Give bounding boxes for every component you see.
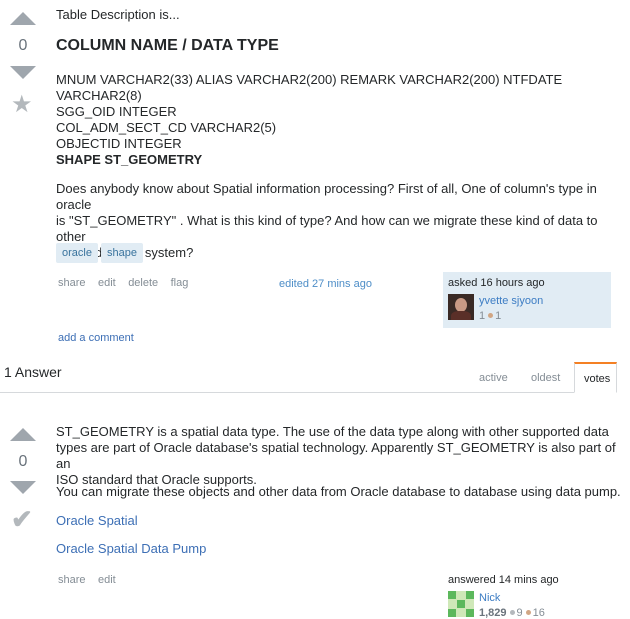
column-line: VARCHAR2(8) [56,88,142,103]
question-upvote-button[interactable] [10,12,36,25]
answerer-reputation: 1,829 9 16 [479,607,545,619]
column-line: OBJECTID INTEGER [56,136,182,151]
asker-bronze-count: 1 [495,310,502,322]
bronze-badge-icon [488,313,494,319]
asker-rep-value: 1 [479,310,486,322]
answer-paragraph-1: ST_GEOMETRY is a spatial data type. The … [56,424,618,488]
question-body-line: Does anybody know about Spatial informat… [56,181,597,212]
tag-shape[interactable]: shape [101,243,143,263]
answers-divider [0,392,617,393]
answerer-avatar[interactable] [448,591,474,617]
column-list: MNUM VARCHAR2(33) ALIAS VARCHAR2(200) RE… [56,72,562,168]
column-line: MNUM VARCHAR2(33) ALIAS VARCHAR2(200) RE… [56,72,563,87]
column-line: COL_ADM_SECT_CD VARCHAR2(5) [56,120,277,135]
question-heading: COLUMN NAME / DATA TYPE [56,37,279,54]
tab-votes[interactable]: votes [574,362,617,393]
answerer-name[interactable]: Nick [479,592,500,604]
oracle-spatial-link[interactable]: Oracle Spatial [56,513,138,528]
column-line: SGG_OID INTEGER [56,104,177,119]
accept-check-icon[interactable]: ✔ [11,504,33,535]
question-intro: Table Description is... [56,7,180,22]
edit-link[interactable]: edit [98,277,116,289]
answered-time: answered 14 mins ago [448,574,559,586]
answers-count: 1 Answer [4,364,62,380]
asker-avatar[interactable] [448,294,474,320]
column-line: SHAPE ST_GEOMETRY [56,152,203,167]
answer-line: types are part of Oracle database's spat… [56,440,616,471]
answer-vote-count: 0 [18,453,28,470]
delete-link[interactable]: delete [128,277,158,289]
answer-line: ST_GEOMETRY is a spatial data type. The … [56,424,609,439]
tab-active[interactable]: active [479,372,508,384]
asked-time: asked 16 hours ago [448,277,545,289]
favorite-star-icon[interactable]: ★ [11,90,33,119]
bronze-badge-icon [525,610,531,616]
tag-oracle[interactable]: oracle [56,243,98,263]
edit-link[interactable]: edit [98,574,116,586]
silver-badge-icon [509,610,515,616]
question-downvote-button[interactable] [10,66,36,79]
answer-downvote-button[interactable] [10,481,36,494]
answerer-silver-count: 9 [516,607,523,619]
asker-name[interactable]: yvette sjyoon [479,295,543,307]
flag-link[interactable]: flag [171,277,189,289]
answerer-bronze-count: 16 [532,607,545,619]
answer-post-menu: share edit [58,570,124,588]
question-vote-count: 0 [18,37,28,54]
answerer-rep-value: 1,829 [479,607,507,619]
question-post-menu: share edit delete flag [58,273,196,291]
answer-paragraph-2: You can migrate these objects and other … [56,484,621,499]
answer-upvote-button[interactable] [10,428,36,441]
add-comment-link[interactable]: add a comment [58,332,134,344]
edited-link[interactable]: edited 27 mins ago [279,278,372,290]
tab-oldest[interactable]: oldest [531,372,560,384]
question-body-line: is "ST_GEOMETRY" . What is this kind of … [56,213,598,244]
asker-reputation: 11 [479,310,501,322]
share-link[interactable]: share [58,574,86,586]
share-link[interactable]: share [58,277,86,289]
oracle-spatial-data-pump-link[interactable]: Oracle Spatial Data Pump [56,541,206,556]
tab-votes-label: votes [584,373,611,385]
